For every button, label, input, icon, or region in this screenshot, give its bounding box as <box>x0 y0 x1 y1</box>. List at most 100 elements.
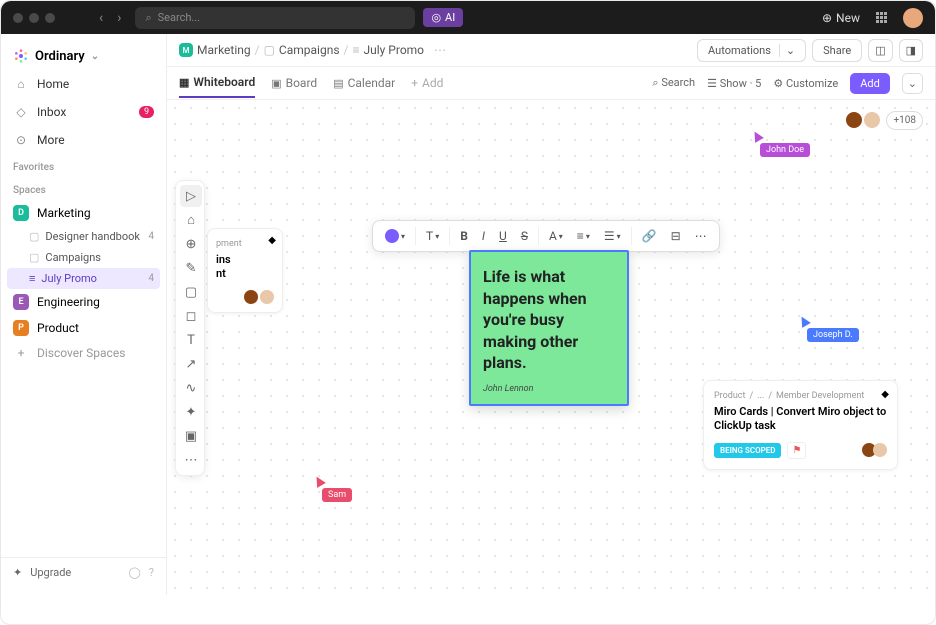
nav-home[interactable]: ⌂Home <box>1 70 166 98</box>
avatar[interactable] <box>844 110 864 130</box>
breadcrumb[interactable]: M Marketing/ ▢ Campaigns/ ≡ July Promo ⋯ <box>179 43 446 57</box>
new-button[interactable]: ⊕New <box>822 11 860 25</box>
inbox-badge: 9 <box>139 106 154 118</box>
more-icon[interactable]: ⋯ <box>434 43 446 57</box>
sticky-quote[interactable]: Life is what happens when you're busy ma… <box>483 266 615 374</box>
avatar[interactable] <box>862 110 882 130</box>
flag-icon[interactable]: ⚑ <box>787 442 806 459</box>
avatar <box>244 290 258 304</box>
underline-button[interactable]: U <box>493 225 513 247</box>
nav-more[interactable]: ⊙More <box>1 126 166 154</box>
help-icon[interactable]: ? <box>149 566 154 579</box>
sidebar-item-july-promo[interactable]: ≡July Promo4 <box>7 268 160 289</box>
clickup-icon: ◆ <box>268 235 276 246</box>
sidebar-footer: ✦ Upgrade ◯ ? <box>1 557 166 587</box>
window-controls[interactable] <box>13 13 55 23</box>
whiteboard-canvas[interactable]: +108 ▷ ⌂ ⊕ ✎ ▢ ◻ T ↗ ∿ ✦ ▣ ⋯ ◆ pment ins… <box>167 100 935 595</box>
status-tag[interactable]: BEING SCOPED <box>714 443 781 458</box>
color-picker[interactable]: ▾ <box>379 225 411 247</box>
filter-icon: ☰ <box>707 77 717 90</box>
calendar-icon: ▤ <box>333 77 343 90</box>
space-marketing[interactable]: DMarketing <box>1 200 166 226</box>
web-tool[interactable]: ⊕ <box>180 233 202 255</box>
workspace-name: Ordinary <box>35 49 85 64</box>
image-tool[interactable]: ▣ <box>180 425 202 447</box>
discover-spaces[interactable]: +Discover Spaces <box>1 341 166 365</box>
whiteboard-toolbar: ▷ ⌂ ⊕ ✎ ▢ ◻ T ↗ ∿ ✦ ▣ ⋯ <box>175 180 205 476</box>
stamp-tool[interactable]: ✦ <box>180 401 202 423</box>
sticky-author[interactable]: John Lennon <box>483 384 615 394</box>
board-icon: ▣ <box>271 77 281 90</box>
tab-calendar[interactable]: ▤Calendar <box>333 69 395 97</box>
upgrade-link[interactable]: Upgrade <box>30 566 71 579</box>
card-breadcrumb: pment <box>216 239 274 249</box>
user-avatar[interactable] <box>903 8 923 28</box>
space-product[interactable]: PProduct <box>1 315 166 341</box>
home-icon: ⌂ <box>13 76 29 92</box>
select-tool[interactable]: ▷ <box>180 185 202 207</box>
list-icon: ≡ <box>29 272 35 285</box>
format-toolbar: ▾ T▾ B I U S A▾ ≡▾ ☰▾ 🔗 ⊟ ⋯ <box>372 220 720 252</box>
upgrade-icon: ✦ <box>13 566 22 579</box>
text-style[interactable]: T▾ <box>420 225 445 247</box>
plus-icon: + <box>13 346 29 360</box>
tab-add[interactable]: +Add <box>411 69 443 97</box>
collaborator-avatars[interactable]: +108 <box>850 110 923 130</box>
share-button[interactable]: Share <box>812 39 862 62</box>
bold-button[interactable]: B <box>454 225 474 247</box>
flow-tool[interactable]: ∿ <box>180 377 202 399</box>
add-button[interactable]: Add <box>850 73 890 94</box>
ai-button[interactable]: ◎AI <box>423 8 463 27</box>
automations-button[interactable]: Automations⌄ <box>697 39 806 62</box>
text-tool[interactable]: T <box>180 329 202 351</box>
align-button[interactable]: ≡▾ <box>571 225 596 247</box>
unlink-button[interactable]: ⊟ <box>665 225 687 247</box>
show-button[interactable]: ☰ Show · 5 <box>707 77 761 90</box>
expand-icon[interactable]: ◨ <box>899 39 923 62</box>
search-button[interactable]: ⌕ Search <box>652 76 695 90</box>
list-button[interactable]: ☰▾ <box>598 225 627 247</box>
italic-button[interactable]: I <box>476 225 491 247</box>
pen-tool[interactable]: ✎ <box>180 257 202 279</box>
user-icon[interactable]: ◯ <box>128 566 140 579</box>
apps-icon[interactable] <box>876 12 887 23</box>
strike-button[interactable]: S <box>515 225 534 247</box>
sidebar-item-campaigns[interactable]: ▢Campaigns <box>1 247 166 268</box>
list-icon: ≡ <box>352 43 359 57</box>
sidebar-item-handbook[interactable]: ▢Designer handbook4 <box>1 226 166 247</box>
sticky-note[interactable]: Life is what happens when you're busy ma… <box>469 250 629 406</box>
back-icon: ‹ <box>93 8 109 28</box>
sidebar: Ordinary ⌄ ⌂Home ◇Inbox9 ⊙More Favorites… <box>1 34 167 595</box>
task-card[interactable]: ◆ Product/.../Member Development Miro Ca… <box>703 380 898 470</box>
home-tool[interactable]: ⌂ <box>180 209 202 231</box>
chevron-down-icon[interactable]: ⌄ <box>902 73 923 94</box>
titlebar: ‹› ⌕ Search... ◎AI ⊕New <box>1 1 935 34</box>
chevron-down-icon: ⌄ <box>91 51 99 62</box>
shape-tool[interactable]: ▢ <box>180 281 202 303</box>
space-icon: D <box>13 205 29 221</box>
collab-cursor: Sam <box>322 488 352 502</box>
more-format[interactable]: ⋯ <box>689 225 713 247</box>
link-button[interactable]: 🔗 <box>636 225 663 247</box>
task-card-partial[interactable]: ◆ pment insnt <box>207 228 283 313</box>
space-engineering[interactable]: EEngineering <box>1 289 166 315</box>
avatar-overflow[interactable]: +108 <box>886 111 923 130</box>
more-tools[interactable]: ⋯ <box>180 449 202 471</box>
avatar <box>873 443 887 457</box>
whiteboard-icon: ▦ <box>179 76 189 89</box>
space-icon: P <box>13 320 29 336</box>
search-input[interactable]: ⌕ Search... <box>135 7 415 29</box>
tab-whiteboard[interactable]: ▦Whiteboard <box>179 68 255 98</box>
nav-inbox[interactable]: ◇Inbox9 <box>1 98 166 126</box>
gear-icon: ⚙ <box>773 77 783 90</box>
note-tool[interactable]: ◻ <box>180 305 202 327</box>
customize-button[interactable]: ⚙ Customize <box>773 77 838 90</box>
text-color[interactable]: A▾ <box>543 225 569 247</box>
connector-tool[interactable]: ↗ <box>180 353 202 375</box>
doc-icon: ▢ <box>29 230 39 243</box>
nav-arrows[interactable]: ‹› <box>93 8 127 28</box>
bell-icon[interactable]: ◫ <box>868 39 892 62</box>
workspace-selector[interactable]: Ordinary ⌄ <box>1 42 166 70</box>
tab-board[interactable]: ▣Board <box>271 69 317 97</box>
favorites-header: Favorites <box>1 154 166 177</box>
